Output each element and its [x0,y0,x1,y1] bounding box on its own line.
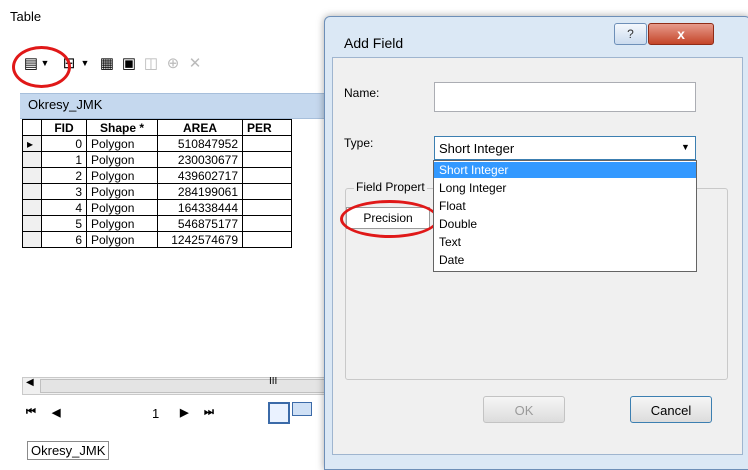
row-selector[interactable] [22,183,42,200]
cell-per[interactable] [242,215,292,232]
row-selector[interactable] [22,231,42,248]
type-dropdown-list[interactable]: Short Integer Long Integer Float Double … [433,160,697,272]
row-selector[interactable]: ▸ [22,135,42,152]
layer-tab-label[interactable]: Okresy_JMK [28,97,102,112]
table-row[interactable]: 5 Polygon 546875177 [22,215,292,232]
cell-shape[interactable]: Polygon [86,167,158,184]
scroll-left-icon[interactable]: ◀ [26,377,34,388]
type-option-date[interactable]: Date [434,252,696,268]
column-header-shape[interactable]: Shape * [86,119,158,136]
cell-area[interactable]: 510847952 [157,135,243,152]
next-record-button[interactable]: ▶ [180,406,188,419]
cell-area[interactable]: 439602717 [157,167,243,184]
type-option-text[interactable]: Text [434,234,696,250]
dialog-title: Add Field [344,35,404,51]
scrollbar-grip: III [269,376,278,387]
chevron-down-icon: ▼ [80,58,90,68]
select-by-attributes-button[interactable]: ▦ [96,52,118,74]
cell-shape[interactable]: Polygon [86,183,158,200]
cell-fid[interactable]: 3 [41,183,87,200]
switch-selection-icon: ▣ [121,54,137,72]
cell-per[interactable] [242,135,292,152]
cell-shape[interactable]: Polygon [86,151,158,168]
cell-area[interactable]: 230030677 [157,151,243,168]
related-tables-dropdown[interactable]: ▼ [80,52,90,74]
cell-shape[interactable]: Polygon [86,215,158,232]
cancel-button[interactable]: Cancel [630,396,712,423]
cell-fid[interactable]: 4 [41,199,87,216]
cell-area[interactable]: 164338444 [157,199,243,216]
clear-selection-icon: ◫ [143,54,159,72]
cell-shape[interactable]: Polygon [86,199,158,216]
cell-per[interactable] [242,231,292,248]
ok-button[interactable]: OK [483,396,565,423]
delete-icon: ✕ [188,54,202,72]
header-selector[interactable] [22,119,42,136]
zoom-to-selected-button[interactable]: ⊕ [162,52,184,74]
type-option-short-integer[interactable]: Short Integer [434,162,696,178]
current-record-number[interactable]: 1 [152,406,159,421]
cell-fid[interactable]: 0 [41,135,87,152]
scrollbar-thumb[interactable] [40,379,332,393]
cell-area[interactable]: 284199061 [157,183,243,200]
show-all-records-button[interactable] [268,402,290,424]
column-header-fid[interactable]: FID [41,119,87,136]
column-header-area[interactable]: AREA [157,119,243,136]
type-option-float[interactable]: Float [434,198,696,214]
table-row[interactable]: ▸ 0 Polygon 510847952 [22,135,292,152]
cell-per[interactable] [242,183,292,200]
row-selector[interactable] [22,199,42,216]
switch-selection-button[interactable]: ▣ [118,52,140,74]
row-selector[interactable] [22,167,42,184]
cell-area[interactable]: 546875177 [157,215,243,232]
last-record-button[interactable]: ⏭ [204,406,214,419]
cell-fid[interactable]: 6 [41,231,87,248]
attribute-table: FID Shape * AREA PER ▸ 0 Polygon 5108479… [22,119,332,248]
cell-shape[interactable]: Polygon [86,135,158,152]
table-row[interactable]: 4 Polygon 164338444 [22,199,292,216]
select-by-attributes-icon: ▦ [99,54,115,72]
table-header-row: FID Shape * AREA PER [22,119,292,136]
cell-per[interactable] [242,199,292,216]
type-label: Type: [344,136,374,150]
previous-record-button[interactable]: ◀ [52,406,60,419]
table-row[interactable]: 1 Polygon 230030677 [22,151,292,168]
name-label: Name: [344,86,380,100]
table-row[interactable]: 3 Polygon 284199061 [22,183,292,200]
type-option-double[interactable]: Double [434,216,696,232]
highlight-oval-table-options [12,46,71,88]
table-bottom-tab[interactable]: Okresy_JMK [27,441,110,460]
table-window-title: Table [10,9,42,24]
record-navigation-bar: ⏮ ◀ 1 ▶ ⏭ [22,399,342,429]
cell-shape[interactable]: Polygon [86,231,158,248]
highlight-oval-precision [340,200,439,238]
type-selected-value: Short Integer [439,141,515,156]
cell-fid[interactable]: 2 [41,167,87,184]
cell-per[interactable] [242,167,292,184]
chevron-down-icon[interactable]: ▼ [681,142,690,152]
row-selector[interactable] [22,215,42,232]
zoom-to-selected-icon: ⊕ [166,54,180,72]
type-option-long-integer[interactable]: Long Integer [434,180,696,196]
cell-area[interactable]: 1242574679 [157,231,243,248]
cell-per[interactable] [242,151,292,168]
field-properties-label: Field Propert [354,180,427,194]
column-header-per[interactable]: PER [242,119,292,136]
cell-fid[interactable]: 5 [41,215,87,232]
clear-selection-button[interactable]: ◫ [140,52,162,74]
delete-selected-button[interactable]: ✕ [184,52,206,74]
cell-fid[interactable]: 1 [41,151,87,168]
show-selected-records-button[interactable] [292,402,312,416]
name-input[interactable] [434,82,696,112]
table-row[interactable]: 6 Polygon 1242574679 [22,231,292,248]
row-selector[interactable] [22,151,42,168]
first-record-button[interactable]: ⏮ [26,406,36,419]
help-button[interactable]: ? [614,23,647,45]
table-row[interactable]: 2 Polygon 439602717 [22,167,292,184]
close-button[interactable]: x [648,23,714,45]
